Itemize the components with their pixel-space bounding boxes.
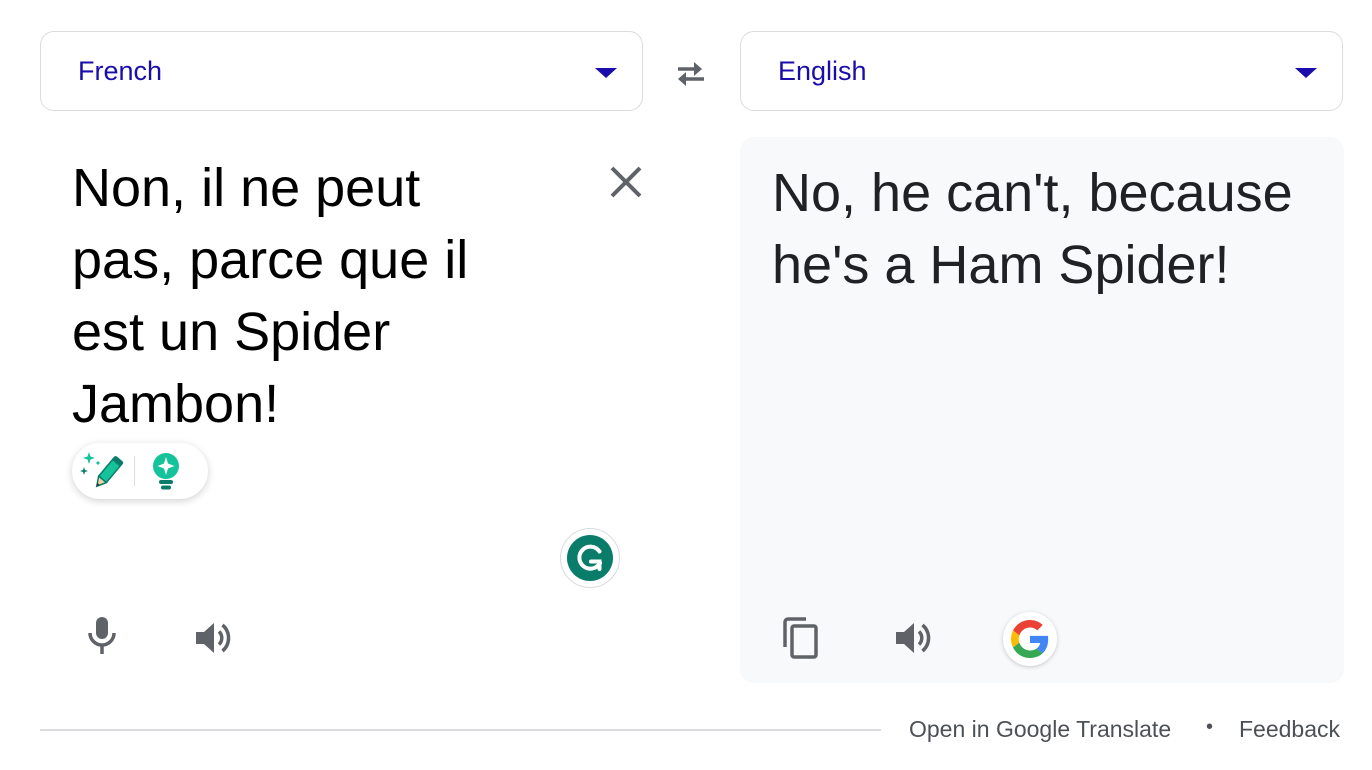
source-language-label: French bbox=[78, 55, 163, 86]
feedback-link[interactable]: Feedback bbox=[1239, 716, 1340, 743]
clear-text-button[interactable] bbox=[606, 162, 646, 202]
swap-arrows-icon bbox=[678, 62, 704, 86]
copy-translation-button[interactable] bbox=[777, 614, 825, 662]
grammarly-icon bbox=[567, 535, 613, 581]
source-text-input[interactable]: Non, il ne peut pas, parce que il est un… bbox=[72, 152, 522, 440]
google-search-button[interactable] bbox=[1003, 612, 1057, 666]
ideas-button[interactable] bbox=[135, 443, 197, 499]
grammarly-button[interactable] bbox=[560, 528, 620, 588]
listen-translation-button[interactable] bbox=[890, 614, 938, 662]
speaker-icon bbox=[196, 623, 231, 653]
sparkle-pencil-icon bbox=[80, 452, 124, 488]
chevron-down-icon bbox=[1295, 68, 1317, 78]
copy-icon bbox=[783, 617, 818, 659]
lightbulb-icon bbox=[153, 453, 179, 490]
close-icon bbox=[610, 166, 642, 198]
source-language-select[interactable]: French bbox=[40, 31, 643, 111]
voice-input-button[interactable] bbox=[78, 612, 126, 660]
footer-divider bbox=[40, 729, 881, 731]
rewrite-button[interactable] bbox=[72, 443, 134, 499]
swap-languages-button[interactable] bbox=[666, 52, 714, 92]
footer-separator: • bbox=[1206, 716, 1214, 738]
microphone-icon bbox=[88, 617, 116, 654]
target-language-select[interactable]: English bbox=[740, 31, 1343, 111]
target-language-label: English bbox=[778, 55, 867, 86]
google-g-icon bbox=[1011, 620, 1049, 658]
speaker-icon bbox=[896, 623, 931, 653]
translated-text: No, he can't, because he's a Ham Spider! bbox=[772, 163, 1293, 295]
grammarly-suggestions-pill bbox=[72, 443, 208, 499]
listen-source-button[interactable] bbox=[190, 614, 238, 662]
chevron-down-icon bbox=[595, 68, 617, 78]
open-in-google-translate-link[interactable]: Open in Google Translate bbox=[909, 716, 1171, 743]
